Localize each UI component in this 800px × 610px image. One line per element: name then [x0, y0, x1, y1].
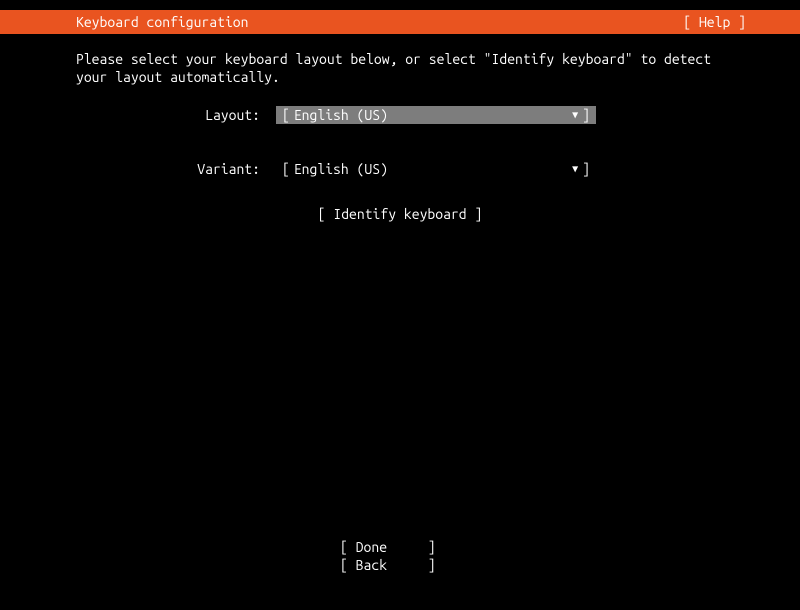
bracket-open: [: [282, 107, 290, 123]
identify-row: [ Identify keyboard ]: [76, 206, 724, 222]
layout-dropdown[interactable]: [ English (US) ▼ ]: [276, 106, 596, 124]
done-button[interactable]: [ Done]: [340, 538, 460, 556]
content-area: Please select your keyboard layout below…: [0, 34, 800, 222]
variant-dropdown[interactable]: [ English (US) ▼ ]: [276, 160, 596, 178]
bracket-close: ]: [582, 107, 590, 123]
page-title: Keyboard configuration: [8, 14, 248, 30]
bracket-open: [: [282, 161, 290, 177]
chevron-down-icon: ▼: [572, 109, 578, 121]
bracket-close: ]: [582, 161, 590, 177]
back-button[interactable]: [ Back]: [340, 556, 460, 574]
variant-row: Variant: [ English (US) ▼ ]: [76, 160, 724, 178]
layout-value: English (US): [290, 107, 572, 123]
layout-label: Layout:: [76, 107, 276, 123]
variant-value: English (US): [290, 161, 572, 177]
variant-label: Variant:: [76, 161, 276, 177]
chevron-down-icon: ▼: [572, 163, 578, 175]
help-button[interactable]: [ Help ]: [683, 14, 792, 30]
instruction-text: Please select your keyboard layout below…: [76, 50, 724, 86]
header-bar: Keyboard configuration [ Help ]: [0, 10, 800, 34]
identify-keyboard-button[interactable]: [ Identify keyboard ]: [318, 206, 483, 222]
footer: [ Done] [ Back]: [0, 538, 800, 574]
layout-row: Layout: [ English (US) ▼ ]: [76, 106, 724, 124]
